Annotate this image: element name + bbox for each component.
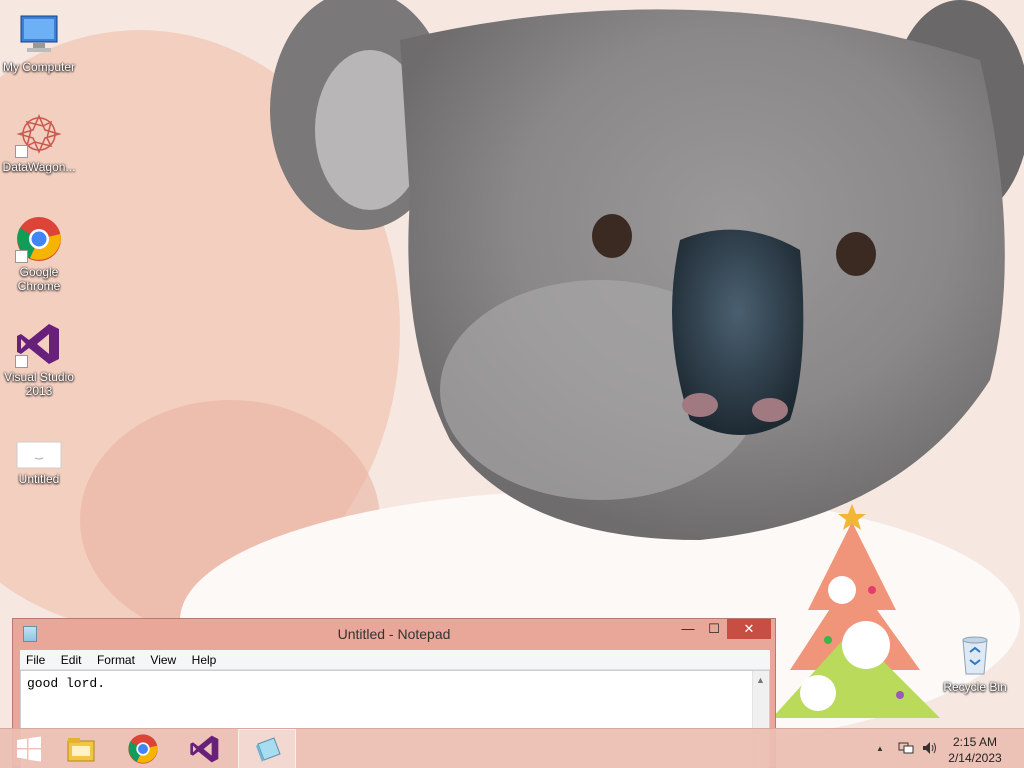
file-explorer-icon [67, 738, 95, 762]
document-icon [15, 440, 63, 470]
desktop-icon-visual-studio[interactable]: Visual Studio 2013 [0, 320, 78, 398]
maximize-button[interactable]: ☐ [701, 619, 727, 639]
close-button[interactable]: ✕ [727, 619, 771, 639]
desktop-icon-label: Recycle Bin [943, 680, 1007, 694]
network-icon[interactable] [898, 741, 914, 758]
desktop-icon-google-chrome[interactable]: Google Chrome [0, 215, 78, 293]
window-title: Untitled - Notepad [337, 626, 451, 642]
windows-start-icon [17, 736, 41, 762]
visual-studio-icon [15, 320, 63, 368]
desktop-icon-label: Google Chrome [17, 265, 61, 293]
editor-content[interactable]: good lord. [27, 676, 105, 691]
chrome-icon [128, 734, 158, 764]
menu-help[interactable]: Help [186, 650, 222, 667]
desktop-icon-label: DataWagon... [2, 160, 76, 174]
menu-bar: File Edit Format View Help [20, 650, 770, 670]
computer-icon [15, 10, 63, 58]
minimize-button[interactable]: — [675, 619, 701, 639]
menu-format[interactable]: Format [91, 650, 140, 667]
system-clock[interactable]: 2:15 AM 2/14/2023 [940, 734, 1010, 766]
taskbar-notepad[interactable] [238, 729, 296, 768]
shortcut-arrow-icon [15, 355, 28, 368]
clock-date: 2/14/2023 [948, 751, 1002, 765]
scroll-up-icon[interactable]: ▲ [756, 675, 765, 685]
taskbar-chrome[interactable] [114, 729, 172, 768]
taskbar-visual-studio[interactable] [176, 729, 234, 768]
menu-file[interactable]: File [20, 650, 50, 667]
desktop-icon-my-computer[interactable]: My Computer [0, 10, 78, 74]
taskbar-file-explorer[interactable] [52, 729, 110, 768]
clock-time: 2:15 AM [952, 735, 998, 749]
menu-view[interactable]: View [144, 650, 181, 667]
recycle-bin-icon [951, 630, 999, 678]
desktop-icon-untitled[interactable]: Untitled [0, 440, 78, 486]
desktop-icon-label: Visual Studio 2013 [4, 370, 74, 398]
datawagon-icon [15, 110, 63, 158]
desktop-icon-datawagon[interactable]: DataWagon... [0, 110, 78, 174]
shortcut-arrow-icon [15, 145, 28, 158]
visual-studio-icon [190, 735, 219, 763]
show-hidden-icons-button[interactable]: ▲ [876, 744, 884, 753]
desktop-icon-label: Untitled [18, 472, 60, 486]
notepad-titlebar[interactable]: Untitled - Notepad — ☐ ✕ [13, 619, 775, 649]
taskbar: ▲ 2:15 AM 2/14/2023 [0, 728, 1024, 768]
chrome-icon [15, 215, 63, 263]
desktop-icon-recycle-bin[interactable]: Recycle Bin [936, 630, 1014, 694]
start-button[interactable] [0, 729, 58, 768]
desktop-icon-label: My Computer [2, 60, 76, 74]
volume-icon[interactable] [922, 741, 938, 758]
menu-edit[interactable]: Edit [55, 650, 87, 667]
shortcut-arrow-icon [15, 250, 28, 263]
notepad-icon [256, 737, 281, 762]
